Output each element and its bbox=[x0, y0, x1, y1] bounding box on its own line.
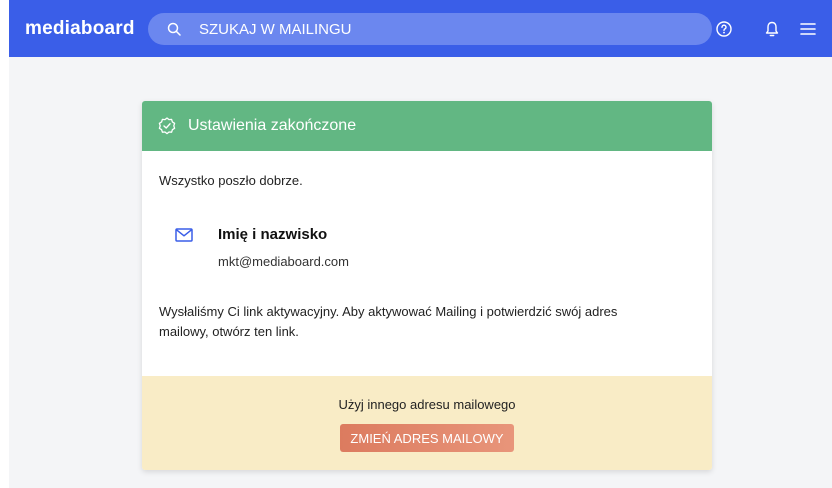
app-logo[interactable]: mediaboard bbox=[25, 18, 135, 40]
card-body: Wszystko poszło dobrze. Imię i nazwisko … bbox=[142, 173, 712, 342]
envelope-icon bbox=[175, 228, 193, 242]
contact-name: Imię i nazwisko bbox=[218, 226, 328, 243]
contact-info: Imię i nazwisko mkt@mediaboard.com bbox=[159, 226, 695, 280]
contact-email: mkt@mediaboard.com bbox=[218, 254, 349, 269]
change-email-button[interactable]: ZMIEŃ ADRES MAILOWY bbox=[340, 424, 514, 452]
activation-message: Wysłaliśmy Ci link aktywacyjny. Aby akty… bbox=[159, 304, 618, 339]
check-badge-icon bbox=[158, 117, 176, 135]
search-bar[interactable] bbox=[148, 13, 712, 45]
bell-icon[interactable] bbox=[763, 20, 781, 38]
card-title: Ustawienia zakończone bbox=[188, 117, 357, 134]
card-footer: Użyj innego adresu mailowego ZMIEŃ ADRES… bbox=[142, 376, 712, 470]
card-header: Ustawienia zakończone bbox=[142, 101, 712, 151]
top-navigation-bar: mediaboard bbox=[9, 0, 832, 57]
search-icon bbox=[167, 22, 181, 36]
search-input[interactable] bbox=[199, 20, 679, 38]
help-icon[interactable] bbox=[715, 20, 733, 38]
success-message: Wszystko poszło dobrze. bbox=[159, 173, 303, 188]
footer-text: Użyj innego adresu mailowego bbox=[338, 397, 516, 412]
menu-icon[interactable] bbox=[799, 20, 817, 38]
left-edge-strip bbox=[0, 0, 9, 488]
settings-complete-card: Ustawienia zakończone Wszystko poszło do… bbox=[142, 101, 712, 470]
